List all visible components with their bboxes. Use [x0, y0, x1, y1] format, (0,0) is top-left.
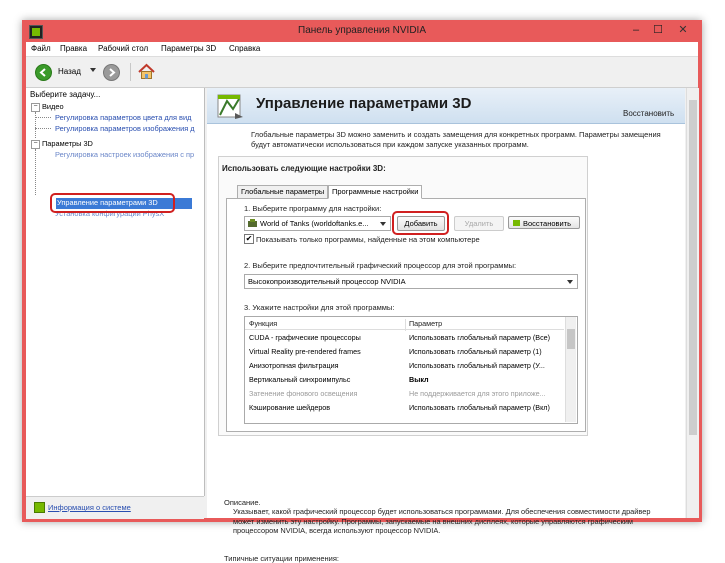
grid-cell-function: Кэширование шейдеров [249, 403, 331, 412]
main-window: Панель управления NVIDIA ‒ ☐ ✕ Файл Прав… [22, 20, 702, 563]
grid-cell-function: Затенение фонового освещения [249, 389, 358, 398]
collapse-3d-icon[interactable]: − [31, 140, 40, 149]
menu-bar: Файл Правка Рабочий стол Параметры 3D Сп… [26, 42, 698, 57]
content-scroll-thumb[interactable] [689, 100, 697, 435]
menu-help[interactable]: Справка [229, 44, 260, 53]
menu-desktop[interactable]: Рабочий стол [98, 44, 148, 53]
highlight-manage-3d [50, 193, 175, 213]
task-pane-footer: Информация о системе [26, 496, 204, 519]
tree-item-image-settings[interactable]: Регулировка настроек изображения с пр [55, 150, 194, 159]
grid-cell-function: Virtual Reality pre-rendered frames [249, 347, 361, 356]
content-pane: Управление параметрами 3D Восстановить Г… [207, 88, 685, 563]
settings-grid: Функция Параметр CUDA - графические проц… [244, 316, 578, 424]
system-info-link[interactable]: Информация о системе [48, 503, 131, 512]
grid-cell-function: Вертикальный синхроимпульс [249, 375, 351, 384]
restore-program-button[interactable]: Восстановить [508, 216, 580, 229]
step3-label: 3. Укажите настройки для этой программы: [244, 303, 395, 312]
restore-defaults-link[interactable]: Восстановить [623, 109, 674, 118]
grid-cell-function: Анизотропная фильтрация [249, 361, 339, 370]
title-bar[interactable]: Панель управления NVIDIA ‒ ☐ ✕ [22, 20, 702, 42]
grid-cell-function: CUDA - графические процессоры [249, 333, 361, 342]
menu-edit[interactable]: Правка [60, 44, 87, 53]
grid-column-divider[interactable] [405, 319, 406, 331]
maximize-button[interactable]: ☐ [648, 23, 668, 38]
back-label[interactable]: Назад [58, 67, 81, 76]
program-select-value: World of Tanks (worldoftanks.e... [260, 219, 369, 228]
gpu-select-value: Высокопроизводительный процессор NVIDIA [248, 277, 406, 286]
usage-scenarios-label: Типичные ситуации применения: [224, 554, 339, 563]
tree-item-video-color[interactable]: Регулировка параметров цвета для вид [55, 113, 191, 122]
tree-connector [35, 117, 51, 118]
menu-file[interactable]: Файл [31, 44, 51, 53]
chevron-down-icon [567, 280, 573, 284]
show-only-label: Показывать только программы, найденные н… [256, 235, 480, 244]
grid-header-parameter[interactable]: Параметр [409, 319, 442, 328]
grid-header-function[interactable]: Функция [249, 319, 277, 328]
task-pane-heading: Выберите задачу... [30, 90, 101, 99]
grid-header: Функция Параметр [245, 317, 564, 331]
arrow-left-icon [39, 68, 46, 77]
program-select[interactable]: World of Tanks (worldoftanks.e... [244, 216, 391, 231]
restore-program-label: Восстановить [523, 219, 572, 228]
home-icon[interactable] [138, 63, 155, 80]
step1-label: 1. Выберите программу для настройки: [244, 204, 382, 213]
settings-group-title: Использовать следующие настройки 3D: [222, 164, 386, 173]
remove-program-button[interactable]: Удалить [454, 216, 504, 231]
description-text: Указывает, какой графический процессор б… [233, 507, 651, 535]
grid-cell-parameter[interactable]: Выкл [409, 375, 429, 384]
grid-cell-parameter[interactable]: Использовать глобальный параметр (Все) [409, 333, 550, 342]
content-scrollbar[interactable] [686, 88, 699, 518]
back-button[interactable] [35, 64, 52, 81]
arrow-right-icon [109, 68, 116, 77]
window-title: Панель управления NVIDIA [298, 25, 426, 36]
grid-cell-parameter[interactable]: Использовать глобальный параметр (У... [409, 361, 545, 370]
table-row[interactable]: Анизотропная фильтрация Использовать глоб… [245, 359, 564, 373]
grid-scrollbar[interactable] [565, 317, 576, 422]
close-button[interactable]: ✕ [669, 23, 697, 38]
tree-node-3d-params[interactable]: Параметры 3D [42, 139, 93, 148]
tree-connector [35, 128, 51, 129]
toolbar: Назад [26, 57, 698, 88]
3d-settings-icon [217, 94, 243, 119]
show-only-checkbox[interactable]: ✔ [244, 234, 254, 244]
table-row[interactable]: CUDA - графические процессоры Использоват… [245, 331, 564, 345]
tab-program[interactable]: Программные настройки [328, 185, 423, 199]
tree-connector [35, 149, 36, 195]
grid-cell-parameter[interactable]: Не поддерживается для этого приложе... [409, 389, 546, 398]
intro-text: Глобальные параметры 3D можно заменить и… [251, 130, 661, 149]
program-icon [248, 219, 257, 227]
page-title: Управление параметрами 3D [256, 95, 472, 112]
table-row[interactable]: Virtual Reality pre-rendered frames Испол… [245, 345, 564, 359]
client-area: Файл Правка Рабочий стол Параметры 3D Сп… [26, 42, 699, 563]
table-row[interactable]: Кэширование шейдеров Использовать глобаль… [245, 401, 564, 415]
toolbar-separator [130, 63, 131, 81]
grid-cell-parameter[interactable]: Использовать глобальный параметр (1) [409, 347, 542, 356]
tree-item-video-image[interactable]: Регулировка параметров изображения д [55, 124, 195, 133]
highlight-add-button [392, 211, 449, 235]
task-pane: Выберите задачу... − Видео Регулировка п… [26, 88, 205, 519]
grid-scroll-thumb[interactable] [567, 329, 575, 349]
step2-label: 2. Выберите предпочтительный графический… [244, 261, 517, 270]
back-history-dropdown-icon[interactable] [90, 68, 96, 72]
gpu-select[interactable]: Высокопроизводительный процессор NVIDIA [244, 274, 578, 289]
tree-node-video[interactable]: Видео [42, 102, 64, 111]
page-banner: Управление параметрами 3D Восстановить [207, 88, 685, 124]
nvidia-restore-icon [513, 220, 520, 226]
forward-button[interactable] [103, 64, 120, 81]
chevron-down-icon [380, 222, 386, 226]
tree-connector [35, 112, 36, 138]
table-row[interactable]: Затенение фонового освещения Не поддержив… [245, 387, 564, 401]
minimize-button[interactable]: ‒ [626, 23, 646, 38]
tab-global[interactable]: Глобальные параметры [237, 185, 329, 199]
table-row[interactable]: Вертикальный синхроимпульс Выкл [245, 373, 564, 387]
collapse-video-icon[interactable]: − [31, 103, 40, 112]
description-label: Описание. [224, 498, 261, 507]
grid-cell-parameter[interactable]: Использовать глобальный параметр (Вкл) [409, 403, 550, 412]
menu-3d-params[interactable]: Параметры 3D [161, 44, 216, 53]
system-info-icon [34, 502, 45, 513]
